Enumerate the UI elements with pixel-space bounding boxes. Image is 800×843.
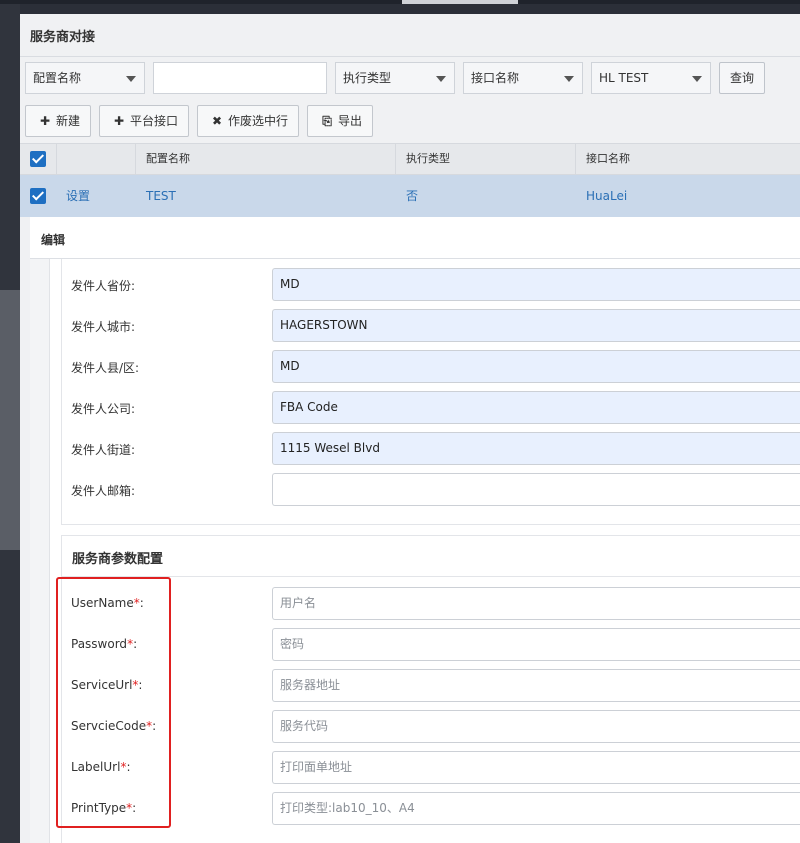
plus-icon: ✚ [39,114,51,128]
sender-city-input[interactable]: HAGERSTOWN [272,309,800,342]
service-code-input[interactable]: 服务代码 [272,710,800,743]
sender-province-input[interactable]: MD [272,268,800,301]
active-tab-indicator [402,0,518,4]
query-button[interactable]: 查询 [719,62,765,94]
exec-type-select-label: 执行类型 [343,71,392,85]
username-input[interactable]: 用户名 [272,587,800,620]
sender-email-label: 发件人邮箱: [71,484,136,498]
provider-select-label: HL TEST [599,71,649,85]
header-config-name: 配置名称 [135,144,396,174]
platform-api-button-label: 平台接口 [130,114,179,128]
api-name-select-label: 接口名称 [471,71,520,85]
void-selected-button[interactable]: ✖ 作废选中行 [197,105,299,137]
config-name-select[interactable]: 配置名称 [25,62,145,94]
sender-company-input[interactable]: FBA Code [272,391,800,424]
new-button-label: 新建 [56,114,81,128]
sender-city-label: 发件人城市: [71,320,136,334]
chevron-down-icon [564,76,574,82]
api-name-select[interactable]: 接口名称 [463,62,583,94]
modal-title: 编辑 [41,233,66,247]
modal-header: 编辑 [30,217,800,259]
row-checkbox[interactable] [30,188,46,204]
password-input[interactable]: 密码 [272,628,800,661]
void-selected-button-label: 作废选中行 [228,114,289,128]
row-exec-type: 否 [406,189,419,203]
platform-api-button[interactable]: ✚ 平台接口 [99,105,189,137]
header-action [56,144,136,174]
divider [20,56,800,57]
highlight-box [56,577,171,828]
service-url-input[interactable]: 服务器地址 [272,669,800,702]
row-api-name: HuaLei [586,189,628,203]
plus-icon: ✚ [113,114,125,128]
chevron-down-icon [692,76,702,82]
sender-company-label: 发件人公司: [71,402,136,416]
table-header: 配置名称 执行类型 接口名称 [20,143,800,175]
export-icon: ⎘ [322,114,332,128]
export-button-label: 导出 [338,114,363,128]
chevron-down-icon [436,76,446,82]
header-api-name: 接口名称 [575,144,800,174]
table-row[interactable]: 设置 TEST 否 HuaLei [20,175,800,217]
sender-street-input[interactable]: 1115 Wesel Blvd [272,432,800,465]
header-exec-type: 执行类型 [395,144,576,174]
edit-modal: 编辑 发件人省份: MD 发件人城市: HAGERSTOWN 发件人县/区: M… [30,217,800,843]
sender-province-label: 发件人省份: [71,279,136,293]
new-button[interactable]: ✚ 新建 [25,105,91,137]
modal-scroll-gutter [30,259,50,843]
sender-email-input[interactable] [272,473,800,506]
top-bar [0,0,800,4]
select-all-checkbox[interactable] [30,151,46,167]
sender-district-label: 发件人县/区: [71,361,140,375]
row-config-name: TEST [146,189,176,203]
section-title: 服务商参数配置 [72,552,164,567]
label-url-input[interactable]: 打印面单地址 [272,751,800,784]
config-name-select-label: 配置名称 [33,71,82,85]
close-icon: ✖ [211,114,223,128]
divider [62,576,800,577]
left-nav-strip [0,4,20,843]
print-type-input[interactable]: 打印类型:lab10_10、A4 [272,792,800,825]
export-button[interactable]: ⎘ 导出 [307,105,373,137]
left-nav-highlight [0,290,20,550]
config-name-input[interactable] [153,62,327,94]
exec-type-select[interactable]: 执行类型 [335,62,455,94]
row-settings-link[interactable]: 设置 [56,175,90,217]
sender-street-label: 发件人街道: [71,443,136,457]
sender-district-input[interactable]: MD [272,350,800,383]
provider-select[interactable]: HL TEST [591,62,711,94]
page-title: 服务商对接 [30,30,96,45]
chevron-down-icon [126,76,136,82]
